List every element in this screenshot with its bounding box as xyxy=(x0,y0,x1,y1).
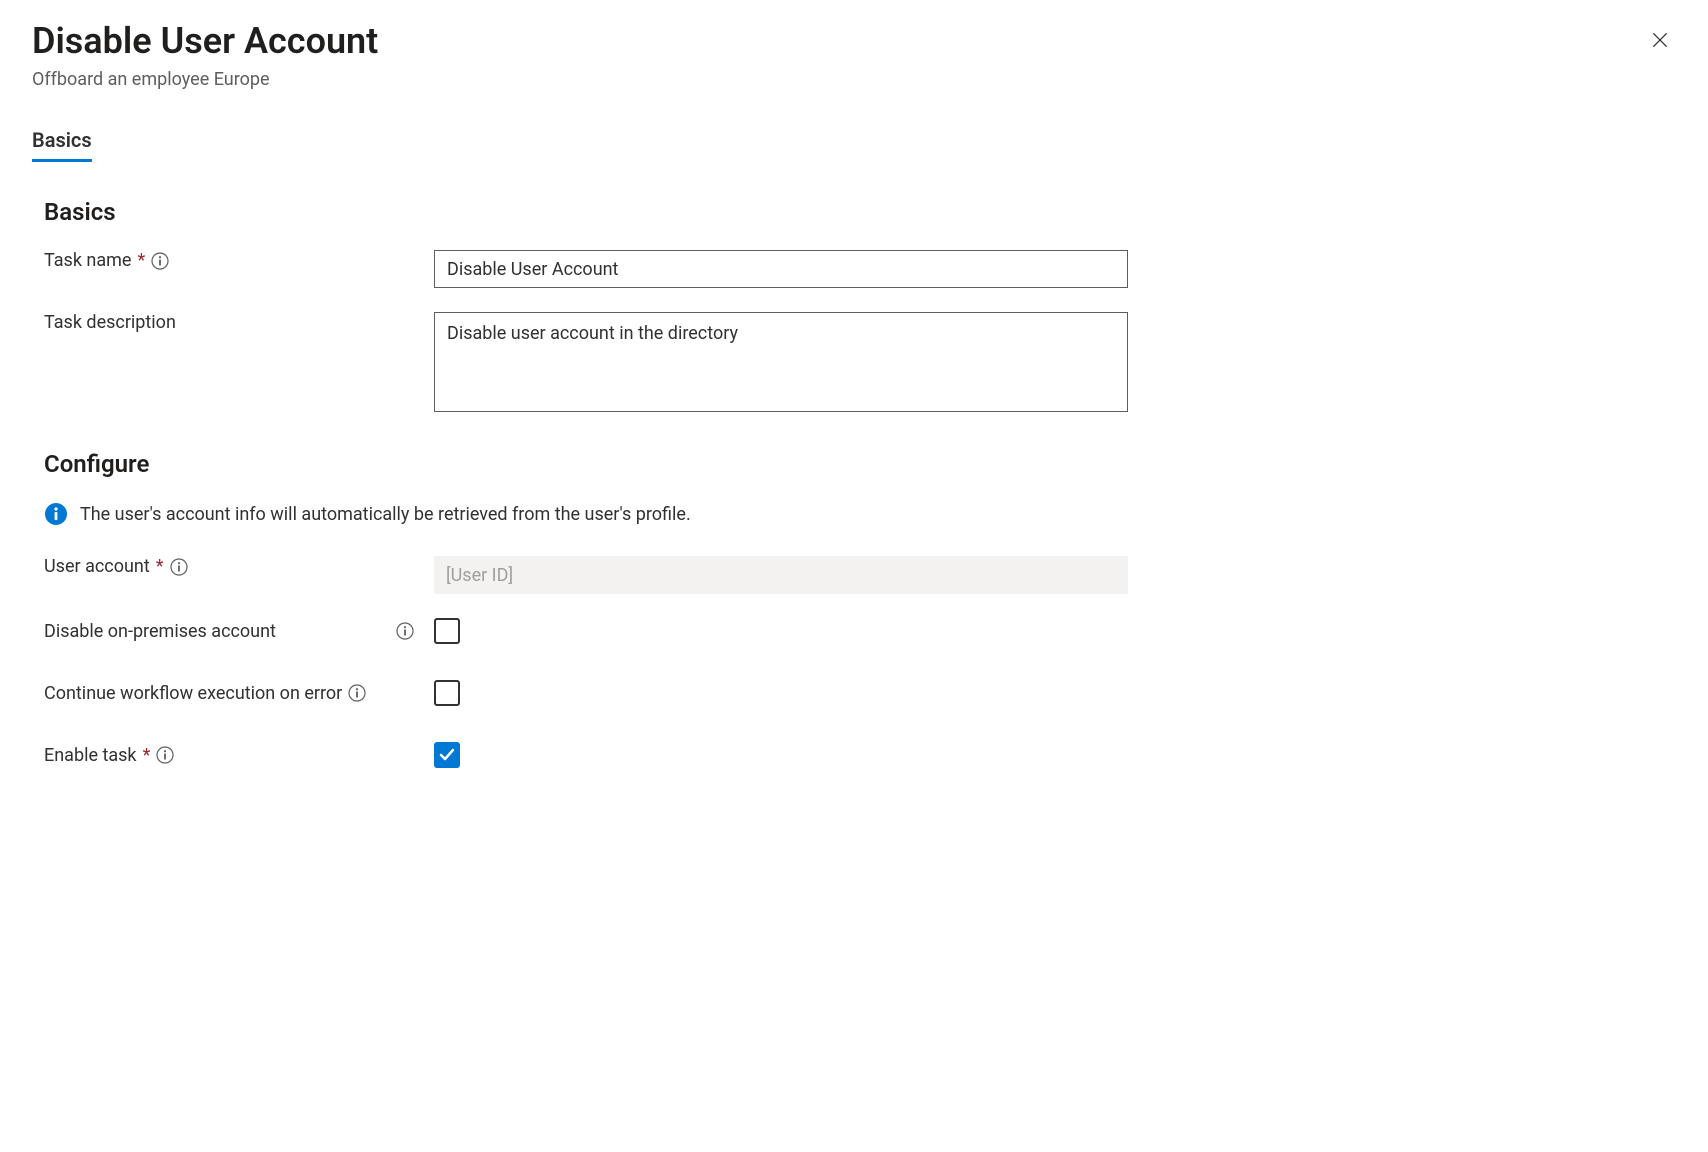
required-marker: * xyxy=(137,250,145,271)
check-icon xyxy=(438,746,456,764)
task-name-label: Task name xyxy=(44,250,131,271)
enable-task-label: Enable task xyxy=(44,745,137,766)
task-description-input[interactable]: Disable user account in the directory xyxy=(434,312,1128,412)
enable-task-checkbox[interactable] xyxy=(434,742,460,768)
task-name-input[interactable] xyxy=(434,250,1128,288)
continue-on-error-checkbox[interactable] xyxy=(434,680,460,706)
info-icon[interactable] xyxy=(348,684,366,702)
user-account-field: [User ID] xyxy=(434,556,1128,594)
page-subtitle: Offboard an employee Europe xyxy=(32,69,378,90)
required-marker: * xyxy=(143,745,151,766)
tab-basics[interactable]: Basics xyxy=(32,128,92,160)
disable-on-premises-checkbox[interactable] xyxy=(434,618,460,644)
info-banner-text: The user's account info will automatical… xyxy=(80,504,691,525)
disable-on-premises-label: Disable on-premises account xyxy=(44,621,276,642)
info-icon[interactable] xyxy=(396,622,414,640)
info-icon[interactable] xyxy=(156,746,174,764)
task-description-label: Task description xyxy=(44,312,176,333)
section-configure-heading: Configure xyxy=(44,450,1676,478)
section-basics-heading: Basics xyxy=(44,198,1676,226)
info-icon[interactable] xyxy=(151,252,169,270)
continue-on-error-label: Continue workflow execution on error xyxy=(44,683,342,704)
required-marker: * xyxy=(156,556,164,577)
close-button[interactable] xyxy=(1644,24,1676,59)
close-icon xyxy=(1650,30,1670,50)
user-account-label: User account xyxy=(44,556,150,577)
page-title: Disable User Account xyxy=(32,20,378,63)
info-icon[interactable] xyxy=(170,558,188,576)
info-filled-icon xyxy=(44,502,68,526)
